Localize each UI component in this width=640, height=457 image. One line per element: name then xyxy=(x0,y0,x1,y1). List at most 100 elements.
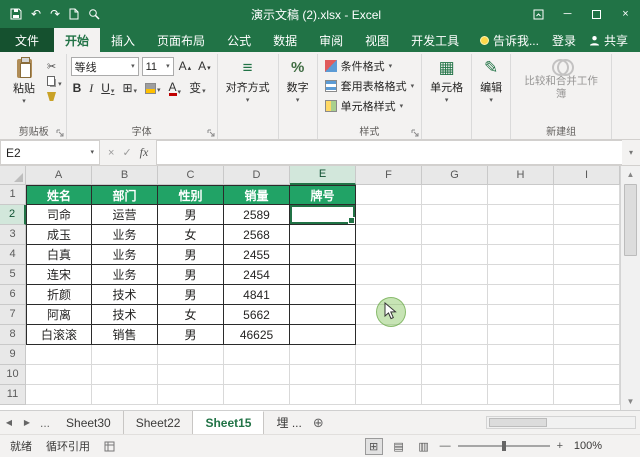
cell-C6[interactable]: 男 xyxy=(158,285,224,305)
cell-styles-button[interactable]: 单元格样式▾ xyxy=(322,97,418,115)
ribbon-tab[interactable]: 数据 xyxy=(262,28,308,52)
cell-C1[interactable]: 性别 xyxy=(158,185,224,205)
cell-D6[interactable]: 4841 xyxy=(224,285,290,305)
cell-I4[interactable] xyxy=(554,245,620,265)
sign-in-button[interactable]: 登录 xyxy=(552,32,576,49)
font-dialog-launcher[interactable] xyxy=(207,129,215,137)
cell-D8[interactable]: 46625 xyxy=(224,325,290,345)
cell-D5[interactable]: 2454 xyxy=(224,265,290,285)
cell-C8[interactable]: 男 xyxy=(158,325,224,345)
cell-E10[interactable] xyxy=(290,365,356,385)
select-all-corner[interactable] xyxy=(0,166,26,185)
ribbon-tab[interactable]: 视图 xyxy=(354,28,400,52)
cell-G5[interactable] xyxy=(422,265,488,285)
maximize-button[interactable] xyxy=(582,0,611,28)
font-name-combo[interactable]: 等线▾ xyxy=(71,57,139,76)
cell-B9[interactable] xyxy=(92,345,158,365)
cell-G2[interactable] xyxy=(422,205,488,225)
sheet-tab-Sheet15[interactable]: Sheet15 xyxy=(193,411,264,434)
compare-merge-workbooks-button[interactable]: 比较和合并工作簿 xyxy=(515,57,607,103)
cell-A9[interactable] xyxy=(26,345,92,365)
sheet-tab-Sheet30[interactable]: Sheet30 xyxy=(54,411,124,434)
cell-G7[interactable] xyxy=(422,305,488,325)
cell-F6[interactable] xyxy=(356,285,422,305)
cut-button[interactable]: ✂ xyxy=(47,60,62,73)
cell-I11[interactable] xyxy=(554,385,620,405)
new-workbook-button[interactable] xyxy=(69,8,79,20)
cell-C5[interactable]: 男 xyxy=(158,265,224,285)
vertical-scroll-thumb[interactable] xyxy=(624,184,637,256)
cell-E4[interactable] xyxy=(290,245,356,265)
cell-A5[interactable]: 连宋 xyxy=(26,265,92,285)
zoom-percentage[interactable]: 100% xyxy=(570,440,602,452)
zoom-slider[interactable] xyxy=(458,440,550,452)
status-circular-reference[interactable]: 循环引用 xyxy=(46,438,104,454)
sheet-overflow-indicator[interactable]: ... xyxy=(36,411,54,434)
row-header-1[interactable]: 1 xyxy=(0,185,26,205)
cell-G11[interactable] xyxy=(422,385,488,405)
cell-A6[interactable]: 折颜 xyxy=(26,285,92,305)
cell-G1[interactable] xyxy=(422,185,488,205)
cell-F9[interactable] xyxy=(356,345,422,365)
row-header-7[interactable]: 7 xyxy=(0,305,26,325)
paste-button[interactable]: 粘贴 ▾ xyxy=(6,57,42,105)
cell-F11[interactable] xyxy=(356,385,422,405)
column-header-I[interactable]: I xyxy=(554,166,620,185)
cell-E3[interactable] xyxy=(290,225,356,245)
cell-F7[interactable] xyxy=(356,305,422,325)
cell-I1[interactable] xyxy=(554,185,620,205)
column-header-F[interactable]: F xyxy=(356,166,422,185)
ribbon-tab[interactable]: 开发工具 xyxy=(400,28,470,52)
cell-G9[interactable] xyxy=(422,345,488,365)
cell-A3[interactable]: 成玉 xyxy=(26,225,92,245)
cell-I3[interactable] xyxy=(554,225,620,245)
grow-font-button[interactable]: A▴ xyxy=(177,59,194,74)
cell-B10[interactable] xyxy=(92,365,158,385)
record-macro-icon[interactable] xyxy=(104,441,115,452)
cell-G10[interactable] xyxy=(422,365,488,385)
cell-G6[interactable] xyxy=(422,285,488,305)
row-header-11[interactable]: 11 xyxy=(0,385,26,405)
cell-F10[interactable] xyxy=(356,365,422,385)
cell-I10[interactable] xyxy=(554,365,620,385)
column-header-E[interactable]: E xyxy=(290,166,356,185)
cell-I5[interactable] xyxy=(554,265,620,285)
cell-H1[interactable] xyxy=(488,185,554,205)
cell-B2[interactable]: 运营 xyxy=(92,205,158,225)
paste-dropdown-arrow[interactable]: ▾ xyxy=(22,98,26,105)
cell-C3[interactable]: 女 xyxy=(158,225,224,245)
ribbon-tab[interactable]: 开始 xyxy=(54,28,100,52)
format-as-table-button[interactable]: 套用表格格式▾ xyxy=(322,77,418,95)
cell-H10[interactable] xyxy=(488,365,554,385)
page-break-preview-button[interactable]: ▥ xyxy=(415,438,433,455)
row-header-6[interactable]: 6 xyxy=(0,285,26,305)
zoom-out-button[interactable]: — xyxy=(440,440,451,452)
cell-D3[interactable]: 2568 xyxy=(224,225,290,245)
cell-C4[interactable]: 男 xyxy=(158,245,224,265)
sheet-nav-right-arrow[interactable]: ▶ xyxy=(18,411,36,434)
ribbon-tab[interactable]: 审阅 xyxy=(308,28,354,52)
cell-D10[interactable] xyxy=(224,365,290,385)
zoom-slider-thumb[interactable] xyxy=(502,441,506,451)
cell-G4[interactable] xyxy=(422,245,488,265)
row-header-3[interactable]: 3 xyxy=(0,225,26,245)
underline-button[interactable]: U▾ xyxy=(99,81,116,96)
cell-F8[interactable] xyxy=(356,325,422,345)
cell-B8[interactable]: 销售 xyxy=(92,325,158,345)
cell-E8[interactable] xyxy=(290,325,356,345)
column-header-B[interactable]: B xyxy=(92,166,158,185)
italic-button[interactable]: I xyxy=(87,81,95,96)
print-preview-button[interactable] xyxy=(88,8,100,20)
cell-D9[interactable] xyxy=(224,345,290,365)
horizontal-scroll-thumb[interactable] xyxy=(489,418,547,427)
cell-H2[interactable] xyxy=(488,205,554,225)
cell-I7[interactable] xyxy=(554,305,620,325)
add-sheet-button[interactable]: ⊕ xyxy=(306,411,331,434)
cell-E7[interactable] xyxy=(290,305,356,325)
cell-D2[interactable]: 2589 xyxy=(224,205,290,225)
row-header-5[interactable]: 5 xyxy=(0,265,26,285)
cell-B5[interactable]: 业务 xyxy=(92,265,158,285)
cell-A1[interactable]: 姓名 xyxy=(26,185,92,205)
sheet-tab-Sheet22[interactable]: Sheet22 xyxy=(124,411,194,434)
styles-dialog-launcher[interactable] xyxy=(411,129,419,137)
